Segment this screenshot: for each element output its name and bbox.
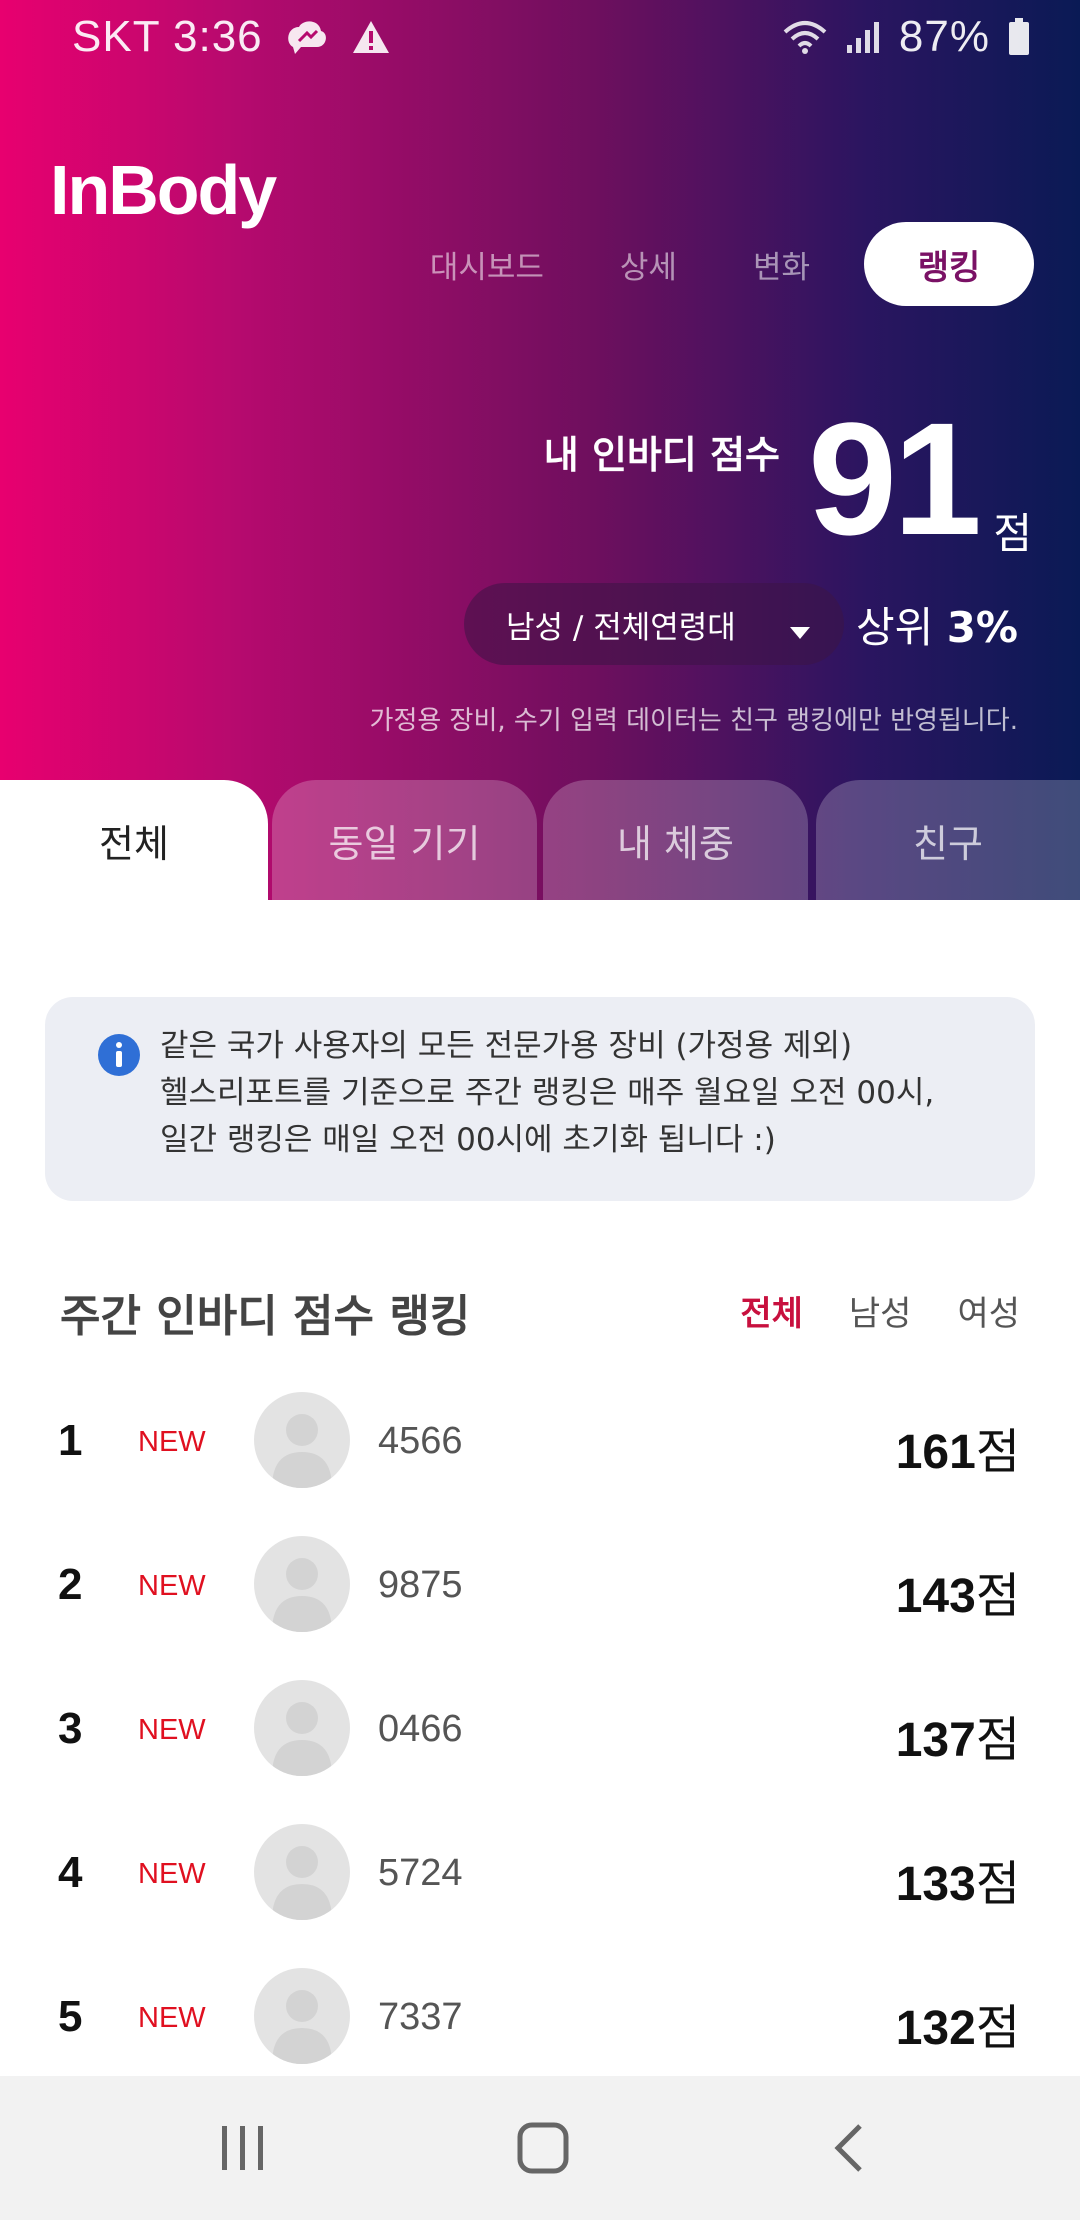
ranking-row[interactable]: 5 NEW 7337 132점 [0, 1948, 1080, 2092]
row-score: 133점 [896, 1844, 1020, 1914]
info-line: 같은 국가 사용자의 모든 전문가용 장비 (가정용 제외) [160, 1028, 853, 1064]
inbody-logo: InBody [50, 151, 277, 229]
top-nav: 대시보드 상세 변화 랭킹 [354, 222, 1034, 306]
warning-icon [351, 19, 391, 55]
rank-number: 3 [58, 1704, 83, 1753]
row-score-unit: 점 [975, 1856, 1020, 1912]
group-dropdown[interactable]: 남성 / 전체연령대 [464, 583, 844, 665]
my-score-label: 내 인바디 점수 [543, 433, 780, 477]
filter-male[interactable]: 남성 [849, 1286, 912, 1335]
message-cloud-icon [285, 17, 329, 57]
row-score-unit: 점 [975, 1424, 1020, 1480]
info-icon [97, 1033, 141, 1081]
segment-tabs: 전체 동일 기기 내 체중 친구 [0, 780, 1080, 900]
tab-dashboard[interactable]: 대시보드 [430, 242, 544, 287]
user-id: 5724 [378, 1852, 463, 1894]
avatar [254, 1680, 350, 1776]
filter-female[interactable]: 여성 [957, 1286, 1020, 1335]
home-icon[interactable] [515, 2120, 571, 2180]
row-score-number: 161 [895, 1426, 976, 1479]
filter-all[interactable]: 전체 [740, 1286, 803, 1335]
recent-apps-icon[interactable] [218, 2120, 268, 2180]
carrier-time: SKT 3:36 [72, 12, 263, 61]
row-score-number: 132 [895, 2002, 976, 2055]
tab-same-device[interactable]: 동일 기기 [272, 780, 537, 900]
ranking-row[interactable]: 4 NEW 5724 133점 [0, 1804, 1080, 1948]
row-score-number: 143 [895, 1570, 976, 1623]
new-badge: NEW [138, 1426, 206, 1458]
row-score: 143점 [896, 1556, 1020, 1626]
avatar [254, 1824, 350, 1920]
new-badge: NEW [138, 1714, 206, 1746]
signal-icon [845, 19, 881, 55]
header: SKT 3:36 87% InBody 대시보드 상세 변화 랭킹 내 인바디 … [0, 0, 1080, 900]
my-score-unit: 점 [993, 509, 1032, 558]
my-score-value: 91 [808, 389, 982, 568]
tab-my-weight[interactable]: 내 체중 [543, 780, 808, 900]
rank-number: 4 [58, 1848, 83, 1897]
ranking-title: 주간 인바디 점수 랭킹 [60, 1291, 471, 1342]
avatar [254, 1968, 350, 2064]
row-score-number: 133 [895, 1858, 976, 1911]
user-id: 0466 [378, 1708, 463, 1750]
system-nav-bar [0, 2076, 1080, 2220]
info-line: 헬스리포트를 기준으로 주간 랭킹은 매주 월요일 오전 00시, [160, 1075, 935, 1111]
rank-prefix: 상위 [856, 603, 947, 652]
row-score: 132점 [896, 1988, 1020, 2058]
info-text: 같은 국가 사용자의 모든 전문가용 장비 (가정용 제외) 헬스리포트를 기준… [160, 1023, 1015, 1164]
caret-down-icon [790, 613, 810, 649]
group-dropdown-label: 남성 / 전체연령대 [506, 609, 736, 646]
ranking-notice: 가정용 장비, 수기 입력 데이터는 친구 랭킹에만 반영됩니다. [369, 706, 1018, 736]
row-score: 137점 [896, 1700, 1020, 1770]
tab-detail[interactable]: 상세 [620, 242, 677, 287]
battery-percent: 87% [898, 12, 990, 61]
gender-filter: 전체 남성 여성 [740, 1286, 1020, 1335]
ranking-row[interactable]: 3 NEW 0466 137점 [0, 1660, 1080, 1804]
row-score-unit: 점 [975, 1568, 1020, 1624]
wifi-icon [783, 18, 827, 56]
rank-number: 2 [58, 1560, 83, 1609]
tab-friends[interactable]: 친구 [816, 780, 1080, 900]
tab-ranking[interactable]: 랭킹 [864, 222, 1034, 306]
user-id: 9875 [378, 1564, 463, 1606]
ranking-row[interactable]: 1 NEW 4566 161점 [0, 1372, 1080, 1516]
row-score: 161점 [896, 1412, 1020, 1482]
new-badge: NEW [138, 1570, 206, 1602]
new-badge: NEW [138, 2002, 206, 2034]
row-score-number: 137 [895, 1714, 976, 1767]
tab-all[interactable]: 전체 [0, 780, 268, 900]
battery-icon [1008, 18, 1030, 56]
rank-number: 1 [58, 1416, 83, 1465]
ranking-list: 1 NEW 4566 161점 2 NEW 9875 143점 3 NEW 04… [0, 1372, 1080, 2092]
avatar [254, 1392, 350, 1488]
rank-number: 5 [58, 1992, 83, 2041]
user-id: 7337 [378, 1996, 463, 2038]
avatar [254, 1536, 350, 1632]
info-box: 같은 국가 사용자의 모든 전문가용 장비 (가정용 제외) 헬스리포트를 기준… [45, 997, 1035, 1201]
user-id: 4566 [378, 1420, 463, 1462]
info-line: 일간 랭킹은 매일 오전 00시에 초기화 됩니다 :) [160, 1122, 776, 1158]
ranking-row[interactable]: 2 NEW 9875 143점 [0, 1516, 1080, 1660]
rank-value: 3% [946, 603, 1018, 652]
tab-change[interactable]: 변화 [753, 242, 810, 287]
row-score-unit: 점 [975, 1712, 1020, 1768]
new-badge: NEW [138, 1858, 206, 1890]
row-score-unit: 점 [975, 2000, 1020, 2056]
back-icon[interactable] [828, 2120, 868, 2180]
rank-percentile: 상위 3% [856, 594, 1018, 655]
status-bar: SKT 3:36 87% [0, 0, 1080, 72]
